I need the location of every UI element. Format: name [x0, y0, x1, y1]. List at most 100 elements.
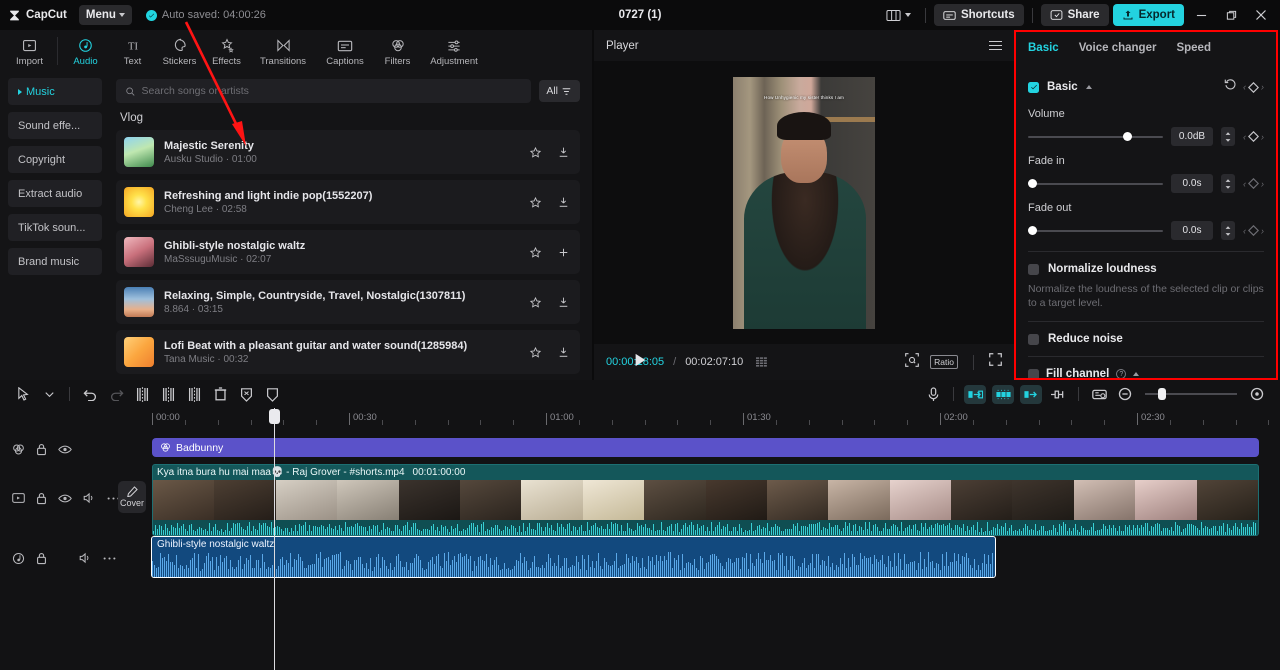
keyframe-control[interactable]: ‹ ›	[1243, 81, 1264, 93]
list-item[interactable]: Lofi Beat with a pleasant guitar and wat…	[116, 330, 580, 374]
timeline-zoom-slider[interactable]	[1145, 387, 1237, 401]
timeline-ruler[interactable]: 00:00 00:30 01:00 01:30 02:00 02:30	[0, 408, 1280, 430]
nav-tab-effects[interactable]: Effects	[203, 35, 250, 67]
fade-out-stepper[interactable]	[1221, 221, 1235, 240]
cover-button[interactable]: Cover	[118, 481, 146, 513]
list-item[interactable]: Refreshing and light indie pop(1552207) …	[116, 180, 580, 224]
nav-tab-filters[interactable]: Filters	[374, 35, 421, 67]
prev-keyframe-icon[interactable]: ‹	[1243, 226, 1246, 236]
chevron-up-icon[interactable]	[1133, 372, 1140, 377]
export-button[interactable]: Export	[1112, 4, 1184, 26]
undo-icon[interactable]	[77, 383, 103, 405]
volume-value[interactable]: 0.0dB	[1171, 127, 1213, 146]
maximize-button[interactable]	[1218, 3, 1244, 27]
tab-basic[interactable]: Basic	[1028, 42, 1059, 54]
list-item[interactable]: Ghibli-style nostalgic waltz MaSssuguMus…	[116, 230, 580, 274]
nav-tab-captions[interactable]: Captions	[316, 35, 374, 67]
search-box[interactable]	[116, 79, 532, 103]
trim-right-icon[interactable]	[181, 383, 207, 405]
sidebar-item-sound-effects[interactable]: Sound effe...	[8, 112, 102, 139]
reduce-noise-toggle[interactable]	[1028, 333, 1039, 345]
nav-tab-stickers[interactable]: Stickers	[156, 35, 203, 67]
fade-in-slider-knob[interactable]	[1028, 179, 1037, 188]
normalize-loudness-toggle[interactable]	[1028, 263, 1039, 275]
nav-tab-adjustment[interactable]: Adjustment	[421, 35, 487, 67]
prev-keyframe-icon[interactable]: ‹	[1243, 179, 1246, 189]
fill-channel-toggle[interactable]	[1028, 368, 1039, 378]
fade-in-stepper[interactable]	[1221, 174, 1235, 193]
download-icon[interactable]	[557, 296, 570, 309]
retouch-icon[interactable]	[1020, 384, 1042, 404]
sidebar-item-music[interactable]: Music	[8, 78, 102, 105]
list-item[interactable]: Majestic Serenity Ausku Studio · 01:00	[116, 130, 580, 174]
split-icon[interactable]	[129, 383, 155, 405]
download-icon[interactable]	[557, 146, 570, 159]
delete-icon[interactable]	[207, 383, 233, 405]
zoom-fit-icon[interactable]	[1244, 383, 1270, 405]
filter-all-button[interactable]: All	[539, 80, 580, 102]
fade-in-slider[interactable]	[1028, 177, 1163, 191]
player-menu-icon[interactable]	[989, 40, 1002, 51]
next-keyframe-icon[interactable]: ›	[1261, 82, 1264, 92]
eye-icon[interactable]	[58, 493, 72, 504]
prev-keyframe-icon[interactable]: ‹	[1243, 132, 1246, 142]
sidebar-item-brand-music[interactable]: Brand music	[8, 248, 102, 275]
fade-out-slider[interactable]	[1028, 224, 1163, 238]
fade-in-value[interactable]: 0.0s	[1171, 174, 1213, 193]
trim-left-icon[interactable]	[155, 383, 181, 405]
nav-tab-import[interactable]: Import	[6, 35, 53, 67]
volume-icon[interactable]	[83, 492, 96, 504]
preview-render-icon[interactable]	[1086, 383, 1112, 405]
volume-slider[interactable]	[1028, 130, 1163, 144]
prev-keyframe-icon[interactable]: ‹	[1243, 82, 1246, 92]
timeline-zoom-knob[interactable]	[1157, 388, 1166, 400]
minimize-button[interactable]	[1188, 3, 1214, 27]
video-clip[interactable]: Kya itna bura hu mai maa💀 - Raj Grover -…	[152, 464, 1259, 536]
layout-switch-button[interactable]	[880, 4, 917, 26]
zoom-out-icon[interactable]	[1112, 383, 1138, 405]
favorite-icon[interactable]	[529, 296, 542, 309]
volume-icon[interactable]	[79, 552, 92, 564]
reset-icon[interactable]	[1224, 78, 1237, 96]
auto-caption-icon[interactable]	[964, 384, 986, 404]
mirror-icon[interactable]	[259, 383, 285, 405]
video-preview[interactable]: How Unhygienic my sister thinks I am	[733, 76, 875, 329]
audio-clip[interactable]: Ghibli-style nostalgic waltz	[151, 536, 996, 578]
fade-out-slider-knob[interactable]	[1028, 226, 1037, 235]
lock-icon[interactable]	[36, 443, 47, 456]
next-keyframe-icon[interactable]: ›	[1261, 226, 1264, 236]
search-input[interactable]	[141, 85, 523, 97]
frames-icon[interactable]	[756, 357, 770, 367]
favorite-icon[interactable]	[529, 196, 542, 209]
favorite-icon[interactable]	[529, 246, 542, 259]
auto-reframe-icon[interactable]	[992, 384, 1014, 404]
share-button[interactable]: Share	[1040, 4, 1109, 26]
nav-tab-text[interactable]: TI Text	[109, 35, 156, 67]
redo-icon[interactable]	[103, 383, 129, 405]
close-button[interactable]	[1248, 3, 1274, 27]
tab-speed[interactable]: Speed	[1176, 42, 1211, 54]
fill-channel-row[interactable]: Fill channel ?	[1028, 368, 1264, 378]
sidebar-item-extract-audio[interactable]: Extract audio	[8, 180, 102, 207]
list-item[interactable]: Relaxing, Simple, Countryside, Travel, N…	[116, 280, 580, 324]
volume-slider-knob[interactable]	[1122, 132, 1132, 141]
help-icon[interactable]: ?	[1116, 369, 1127, 378]
favorite-icon[interactable]	[529, 346, 542, 359]
favorite-icon[interactable]	[529, 146, 542, 159]
sidebar-item-tiktok-sounds[interactable]: TikTok soun...	[8, 214, 102, 241]
add-icon[interactable]	[557, 246, 570, 259]
next-keyframe-icon[interactable]: ›	[1261, 179, 1264, 189]
sidebar-item-copyright[interactable]: Copyright	[8, 146, 102, 173]
nav-tab-transitions[interactable]: Transitions	[250, 35, 316, 67]
shortcuts-button[interactable]: Shortcuts	[933, 4, 1024, 26]
next-keyframe-icon[interactable]: ›	[1261, 132, 1264, 142]
fade-out-keyframe-control[interactable]: ‹ ›	[1243, 225, 1264, 236]
volume-stepper[interactable]	[1221, 127, 1235, 146]
play-button[interactable]	[634, 353, 647, 372]
freeze-icon[interactable]	[233, 383, 259, 405]
text-clip[interactable]: Badbunny	[152, 438, 1259, 457]
microphone-icon[interactable]	[920, 383, 946, 405]
fade-out-value[interactable]: 0.0s	[1171, 221, 1213, 240]
nav-tab-audio[interactable]: Audio	[62, 35, 109, 67]
lock-icon[interactable]	[36, 492, 47, 505]
